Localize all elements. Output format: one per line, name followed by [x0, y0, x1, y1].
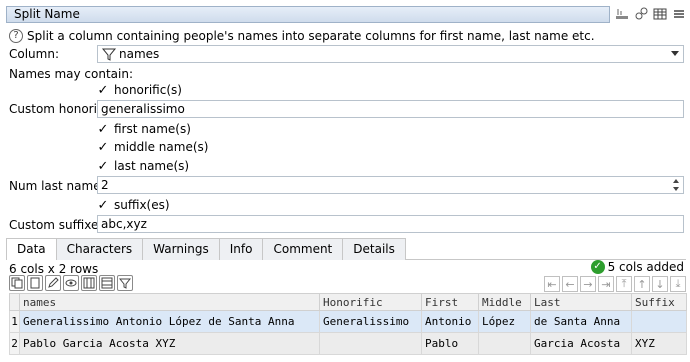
- menu-icon[interactable]: [671, 6, 686, 22]
- first-name-checkbox[interactable]: ✓ first name(s): [97, 121, 191, 137]
- num-last-names-value: 2: [101, 178, 109, 192]
- row-navigation: ⇤ ← → ⇥ ⤒ ↑ ↓ ⤓: [544, 276, 686, 292]
- column-value: names: [119, 47, 160, 61]
- column-select[interactable]: names: [97, 45, 684, 63]
- suffix-checkbox[interactable]: ✓ suffix(es): [97, 197, 170, 213]
- column-header[interactable]: Middle: [478, 293, 531, 311]
- table-cell[interactable]: Antonio: [421, 310, 479, 333]
- check-icon: ✓: [97, 121, 109, 137]
- window-title: Split Name: [6, 6, 610, 23]
- tab-comment[interactable]: Comment: [262, 238, 344, 260]
- table-cell[interactable]: [319, 332, 422, 355]
- page-icon[interactable]: [27, 275, 43, 291]
- last-icon[interactable]: ⇥: [598, 276, 614, 292]
- filter-icon[interactable]: [101, 46, 117, 62]
- table-cell[interactable]: [478, 332, 531, 355]
- next-icon[interactable]: →: [580, 276, 596, 292]
- row-number-header: [9, 293, 20, 311]
- table-header-row: names Honorific First Middle Last Suffix: [9, 293, 687, 311]
- check-icon: ✓: [97, 197, 109, 213]
- down-icon[interactable]: ↓: [652, 276, 668, 292]
- last-name-label: last name(s): [114, 159, 190, 173]
- up-icon[interactable]: ↑: [634, 276, 650, 292]
- copy-icon[interactable]: [9, 275, 25, 291]
- filter-icon[interactable]: [117, 275, 133, 291]
- table-cell[interactable]: de Santa Anna: [530, 310, 632, 333]
- first-name-label: first name(s): [114, 122, 191, 136]
- column-label: Column:: [9, 47, 59, 61]
- last-name-checkbox[interactable]: ✓ last name(s): [97, 158, 190, 174]
- prev-icon[interactable]: ←: [562, 276, 578, 292]
- first-icon[interactable]: ⇤: [544, 276, 560, 292]
- row-number: 1: [9, 310, 20, 333]
- middle-name-label: middle name(s): [114, 140, 209, 154]
- spinner-icon[interactable]: [672, 178, 680, 192]
- table-row[interactable]: 1 Generalissimo Antonio López de Santa A…: [9, 310, 687, 333]
- help-icon[interactable]: ?: [9, 29, 23, 43]
- custom-suffixes-input[interactable]: abc,xyz: [97, 215, 684, 233]
- row-number: 2: [9, 332, 20, 355]
- custom-suffixes-label: Custom suffixes:: [9, 218, 109, 232]
- middle-name-checkbox[interactable]: ✓ middle name(s): [97, 139, 209, 155]
- tab-details[interactable]: Details: [342, 238, 406, 260]
- chevron-down-icon[interactable]: [671, 51, 679, 56]
- up-top-icon[interactable]: ⤒: [616, 276, 632, 292]
- column-header[interactable]: First: [421, 293, 479, 311]
- honorific-checkbox[interactable]: ✓ honorific(s): [97, 82, 182, 98]
- grid-icon[interactable]: [652, 6, 667, 22]
- tab-characters[interactable]: Characters: [55, 238, 144, 260]
- column-header[interactable]: Last: [530, 293, 632, 311]
- edit-icon[interactable]: [45, 275, 61, 291]
- data-info: 6 cols x 2 rows: [9, 262, 99, 276]
- table-cell[interactable]: XYZ: [631, 332, 687, 355]
- column-header[interactable]: Honorific: [319, 293, 422, 311]
- tab-data[interactable]: Data: [6, 238, 57, 260]
- tab-info[interactable]: Info: [218, 238, 264, 260]
- help-text: Split a column containing people's names…: [27, 29, 595, 43]
- honorific-label: honorific(s): [114, 83, 182, 97]
- check-icon: ✓: [97, 158, 109, 174]
- suffix-label: suffix(es): [114, 198, 170, 212]
- title-icons: [614, 6, 686, 24]
- table-cell[interactable]: Pablo: [421, 332, 479, 355]
- table-cell[interactable]: Pablo Garcia Acosta XYZ: [19, 332, 320, 355]
- table-cell[interactable]: Generalissimo: [319, 310, 422, 333]
- names-may-contain-label: Names may contain:: [9, 67, 134, 81]
- data-toolbar: [9, 275, 133, 291]
- data-table: names Honorific First Middle Last Suffix…: [9, 293, 687, 355]
- plugin-icon[interactable]: [633, 6, 648, 22]
- down-bottom-icon[interactable]: ⤓: [670, 276, 686, 292]
- columns-icon[interactable]: [81, 275, 97, 291]
- table-cell[interactable]: [631, 310, 687, 333]
- status-badge: ✓ 5 cols added: [590, 260, 684, 274]
- custom-honorifics-input[interactable]: generalissimo: [97, 100, 684, 118]
- table-cell[interactable]: López: [478, 310, 531, 333]
- column-header[interactable]: names: [19, 293, 320, 311]
- status-text: 5 cols added: [607, 260, 684, 274]
- check-circle-icon: ✓: [590, 260, 605, 274]
- tab-bar: Data Characters Warnings Info Comment De…: [6, 238, 686, 260]
- check-icon: ✓: [97, 82, 109, 98]
- eye-icon[interactable]: [63, 275, 79, 291]
- num-last-names-spinner[interactable]: 2: [97, 176, 684, 194]
- table-cell[interactable]: Garcia Acosta: [530, 332, 632, 355]
- tab-warnings[interactable]: Warnings: [142, 238, 220, 260]
- column-header[interactable]: Suffix: [631, 293, 687, 311]
- toolbar-icon[interactable]: [614, 6, 629, 22]
- table-cell[interactable]: Generalissimo Antonio López de Santa Ann…: [19, 310, 320, 333]
- table-row[interactable]: 2 Pablo Garcia Acosta XYZ Pablo Garcia A…: [9, 332, 687, 355]
- rows-icon[interactable]: [99, 275, 115, 291]
- check-icon: ✓: [97, 139, 109, 155]
- help-row: ? Split a column containing people's nam…: [9, 28, 595, 44]
